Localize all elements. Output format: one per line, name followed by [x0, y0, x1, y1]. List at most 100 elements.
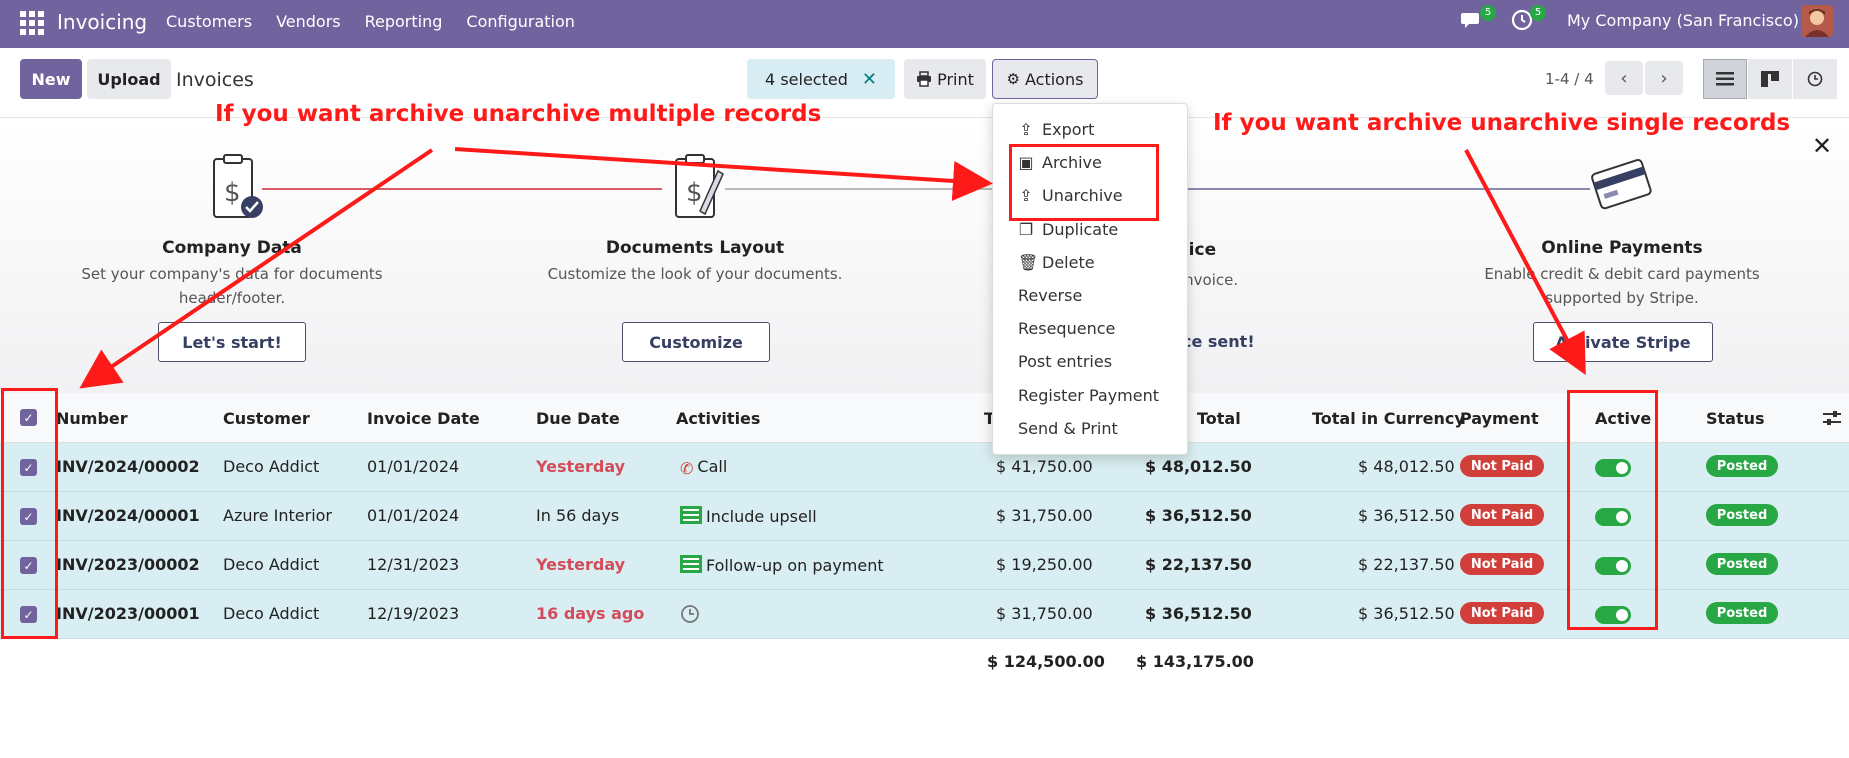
total-amount: $ 48,012.50 [1145, 457, 1252, 476]
column-payment[interactable]: Payment [1460, 409, 1539, 428]
company-switcher[interactable]: My Company (San Francisco) [1567, 11, 1799, 30]
invoice-date: 12/19/2023 [367, 604, 460, 623]
activity-cell[interactable]: ✆ Call [680, 457, 727, 478]
customer-name: Deco Addict [223, 555, 320, 574]
step-description: Customize the look of your documents. [535, 262, 855, 286]
menu-item-export[interactable]: ⇪ Export [1018, 120, 1094, 139]
status-badge: Posted [1706, 602, 1778, 624]
menu-configuration[interactable]: Configuration [466, 12, 575, 31]
menu-item-duplicate[interactable]: ❐ Duplicate [1018, 220, 1118, 239]
optional-columns-icon[interactable] [1823, 410, 1841, 426]
activity-cell[interactable]: Follow-up on payment [680, 555, 884, 575]
step-desc-line: Customize the look of your documents. [547, 265, 843, 283]
invoice-number: INV/2023/00002 [56, 555, 200, 574]
column-status[interactable]: Status [1706, 409, 1765, 428]
pager-next-button[interactable]: › [1645, 61, 1683, 95]
apps-menu-icon[interactable] [20, 11, 44, 35]
actions-button[interactable]: ⚙ Actions [992, 59, 1098, 99]
total-amount: $ 36,512.50 [1145, 506, 1252, 525]
onboarding-progress-line [725, 188, 995, 190]
menu-item-post-entries[interactable]: Post entries [1018, 352, 1112, 371]
lets-start-button[interactable]: Let's start! [158, 322, 306, 362]
invoice-number: INV/2023/00001 [56, 604, 200, 623]
highlight-checkboxes [1, 388, 58, 639]
copy-icon: ❐ [1018, 220, 1034, 239]
invoice-date: 01/01/2024 [367, 506, 460, 525]
step-title: Online Payments [1541, 238, 1703, 258]
pager-previous-button[interactable]: ‹ [1605, 61, 1643, 95]
kanban-view-button[interactable] [1748, 59, 1792, 99]
messages-button[interactable]: 5 [1460, 5, 1496, 32]
status-badge: Posted [1706, 455, 1778, 477]
menu-item-label: Delete [1042, 253, 1095, 272]
onboarding-step-company-data: Company Data Set your company's data for… [72, 238, 392, 310]
upload-button[interactable]: Upload [87, 59, 171, 99]
total-amount: $ 22,137.50 [1145, 555, 1252, 574]
menu-item-send-print[interactable]: Send & Print [1018, 419, 1118, 438]
document-layout-icon: $ [675, 154, 724, 218]
menu-vendors[interactable]: Vendors [276, 12, 341, 31]
step-title: Company Data [162, 238, 302, 258]
trash-icon: 🗑 [1018, 253, 1039, 272]
highlight-active-column [1567, 390, 1658, 630]
activity-cell[interactable]: Include upsell [680, 506, 817, 526]
app-title[interactable]: Invoicing [57, 10, 147, 34]
column-invoice-date[interactable]: Invoice Date [367, 409, 480, 428]
chevron-right-icon: › [1660, 67, 1668, 89]
todo-list-icon [680, 506, 702, 524]
menu-item-delete[interactable]: 🗑 Delete [1018, 253, 1095, 272]
invoice-sent-button[interactable]: ce sent! [1182, 332, 1255, 351]
column-customer[interactable]: Customer [223, 409, 310, 428]
invoice-number: INV/2024/00001 [56, 506, 200, 525]
highlight-archive-unarchive [1009, 144, 1159, 221]
payment-status-badge: Not Paid [1460, 553, 1544, 575]
new-button[interactable]: New [20, 59, 82, 99]
column-total-in-currency[interactable]: Total in Currency [1312, 409, 1465, 428]
svg-text:$: $ [224, 178, 241, 208]
menu-customers[interactable]: Customers [166, 12, 252, 31]
onboarding-step-documents-layout: Documents Layout Customize the look of y… [535, 238, 855, 286]
customize-button[interactable]: Customize [622, 322, 770, 362]
untaxed-amount: $ 19,250.00 [996, 555, 1093, 574]
avatar[interactable] [1801, 5, 1833, 37]
column-number[interactable]: Number [56, 409, 128, 428]
top-navbar: Invoicing Customers Vendors Reporting Co… [0, 0, 1849, 48]
onboarding-step-online-payments: Online Payments Enable credit & debit ca… [1462, 238, 1782, 310]
pager-value[interactable]: 1-4 / 4 [1545, 70, 1594, 88]
menu-item-label: Duplicate [1042, 220, 1119, 239]
menu-item-resequence[interactable]: Resequence [1018, 319, 1115, 338]
activate-stripe-button[interactable]: Activate Stripe [1533, 322, 1713, 362]
step-desc-line: Set your company's data for documents [81, 265, 383, 283]
untaxed-amount: $ 31,750.00 [996, 506, 1093, 525]
column-activities[interactable]: Activities [676, 409, 760, 428]
phone-icon: ✆ [680, 459, 694, 478]
column-total[interactable]: Total [1197, 409, 1241, 428]
customer-name: Azure Interior [223, 506, 333, 525]
activity-cell[interactable] [680, 604, 704, 626]
list-view-button[interactable] [1703, 59, 1747, 99]
messages-count-badge: 5 [1480, 5, 1496, 21]
payment-status-badge: Not Paid [1460, 455, 1544, 477]
activities-button[interactable]: 5 [1510, 5, 1546, 32]
menu-item-reverse[interactable]: Reverse [1018, 286, 1082, 305]
step-desc-line: header/footer. [178, 289, 286, 307]
step-title: Documents Layout [605, 238, 785, 258]
payment-status-badge: Not Paid [1460, 504, 1544, 526]
menu-item-label: Export [1042, 120, 1095, 139]
close-onboarding-icon[interactable]: ✕ [1812, 132, 1832, 160]
systray: 5 5 [1460, 5, 1546, 32]
total-in-currency: $ 36,512.50 [1358, 506, 1455, 525]
clear-selection-icon[interactable]: ✕ [862, 69, 877, 90]
activities-count-badge: 5 [1530, 5, 1546, 21]
menu-item-register-payment[interactable]: Register Payment [1018, 386, 1159, 405]
activity-summary: Include upsell [706, 507, 817, 526]
activity-view-button[interactable] [1793, 59, 1837, 99]
status-badge: Posted [1706, 553, 1778, 575]
invoice-date: 01/01/2024 [367, 457, 460, 476]
menu-reporting[interactable]: Reporting [365, 12, 443, 31]
onboarding-progress-line [262, 188, 662, 190]
list-icon [1716, 72, 1734, 86]
column-due-date[interactable]: Due Date [536, 409, 620, 428]
print-button[interactable]: Print [904, 59, 986, 99]
company-document-icon: $ [213, 154, 263, 218]
